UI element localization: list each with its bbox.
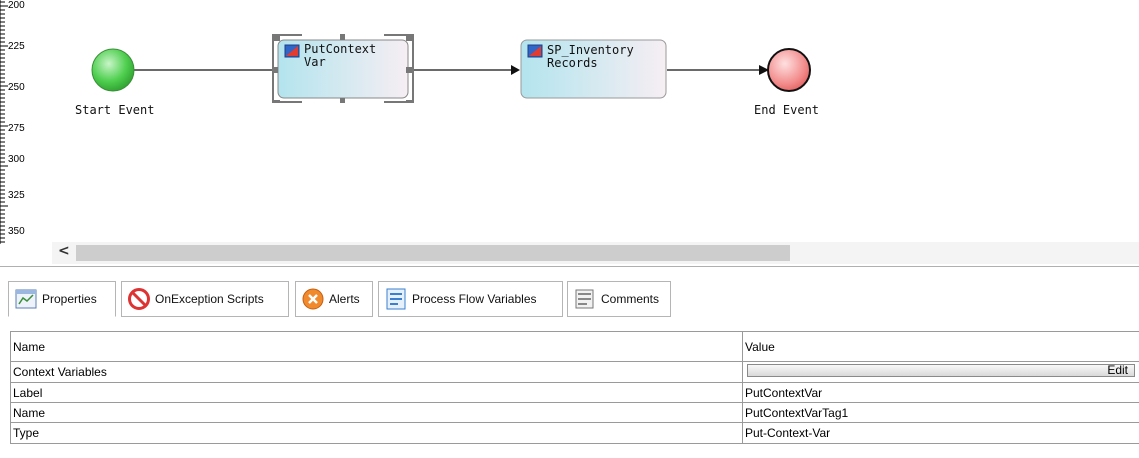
horizontal-scrollbar[interactable]: < (52, 242, 1139, 264)
table-row: Name PutContextVarTag1 (10, 403, 1139, 423)
task-sp-inventory-label: SP_Inventory Records (547, 44, 634, 70)
table-row: Context Variables Edit (10, 362, 1139, 383)
tab-process-flow-variables[interactable]: Process Flow Variables (378, 281, 563, 317)
process-flow-canvas[interactable]: 200 225 250 275 300 325 350 PutContext V… (0, 0, 1139, 267)
task-label-line2: Var (304, 55, 326, 69)
task-putcontextvar-label: PutContext Var (304, 43, 376, 69)
variables-icon (386, 288, 406, 310)
arrowhead-task2 (511, 65, 520, 75)
tab-label: Comments (601, 292, 660, 306)
tab-properties[interactable]: Properties (8, 281, 116, 317)
table-row: Type Put-Context-Var (10, 423, 1139, 444)
task-type-icon (527, 44, 543, 58)
end-event-label: End Event (754, 103, 820, 117)
alert-x-icon (302, 288, 324, 310)
property-name: Context Variables (10, 362, 743, 382)
flow-diagram (91, 34, 811, 103)
tab-label: Alerts (329, 292, 360, 306)
start-event-label: Start Event (75, 103, 155, 117)
property-value[interactable]: PutContextVar (743, 383, 1139, 402)
column-header-value: Value (745, 339, 775, 354)
grid-header-row: Name Value (10, 331, 1139, 362)
scroll-left-arrow[interactable]: < (58, 243, 70, 259)
property-value: Edit (743, 362, 1139, 382)
table-row: Label PutContextVar (10, 383, 1139, 403)
properties-icon (15, 289, 37, 309)
property-name: Name (10, 403, 743, 422)
tab-comments[interactable]: Comments (567, 281, 671, 317)
start-event-node (91, 48, 135, 92)
task-label-line2: Records (547, 56, 598, 70)
column-header-name: Name (10, 332, 743, 361)
scrollbar-thumb[interactable] (76, 245, 790, 261)
property-value[interactable]: PutContextVarTag1 (743, 403, 1139, 422)
no-entry-icon (128, 288, 150, 310)
tab-label: Properties (42, 292, 97, 306)
properties-tabbar: Properties OnException Scripts Alerts Pr… (0, 276, 1139, 320)
task-type-icon (284, 44, 300, 58)
property-name: Type (10, 423, 743, 443)
property-value[interactable]: Put-Context-Var (743, 423, 1139, 443)
comments-icon (575, 289, 594, 309)
tab-label: Process Flow Variables (412, 292, 537, 306)
end-event-node (767, 48, 811, 92)
edit-button[interactable]: Edit (747, 364, 1135, 377)
tab-alerts[interactable]: Alerts (295, 281, 373, 317)
tab-label: OnException Scripts (155, 292, 264, 306)
tab-onexception-scripts[interactable]: OnException Scripts (121, 281, 289, 317)
property-name: Label (10, 383, 743, 402)
